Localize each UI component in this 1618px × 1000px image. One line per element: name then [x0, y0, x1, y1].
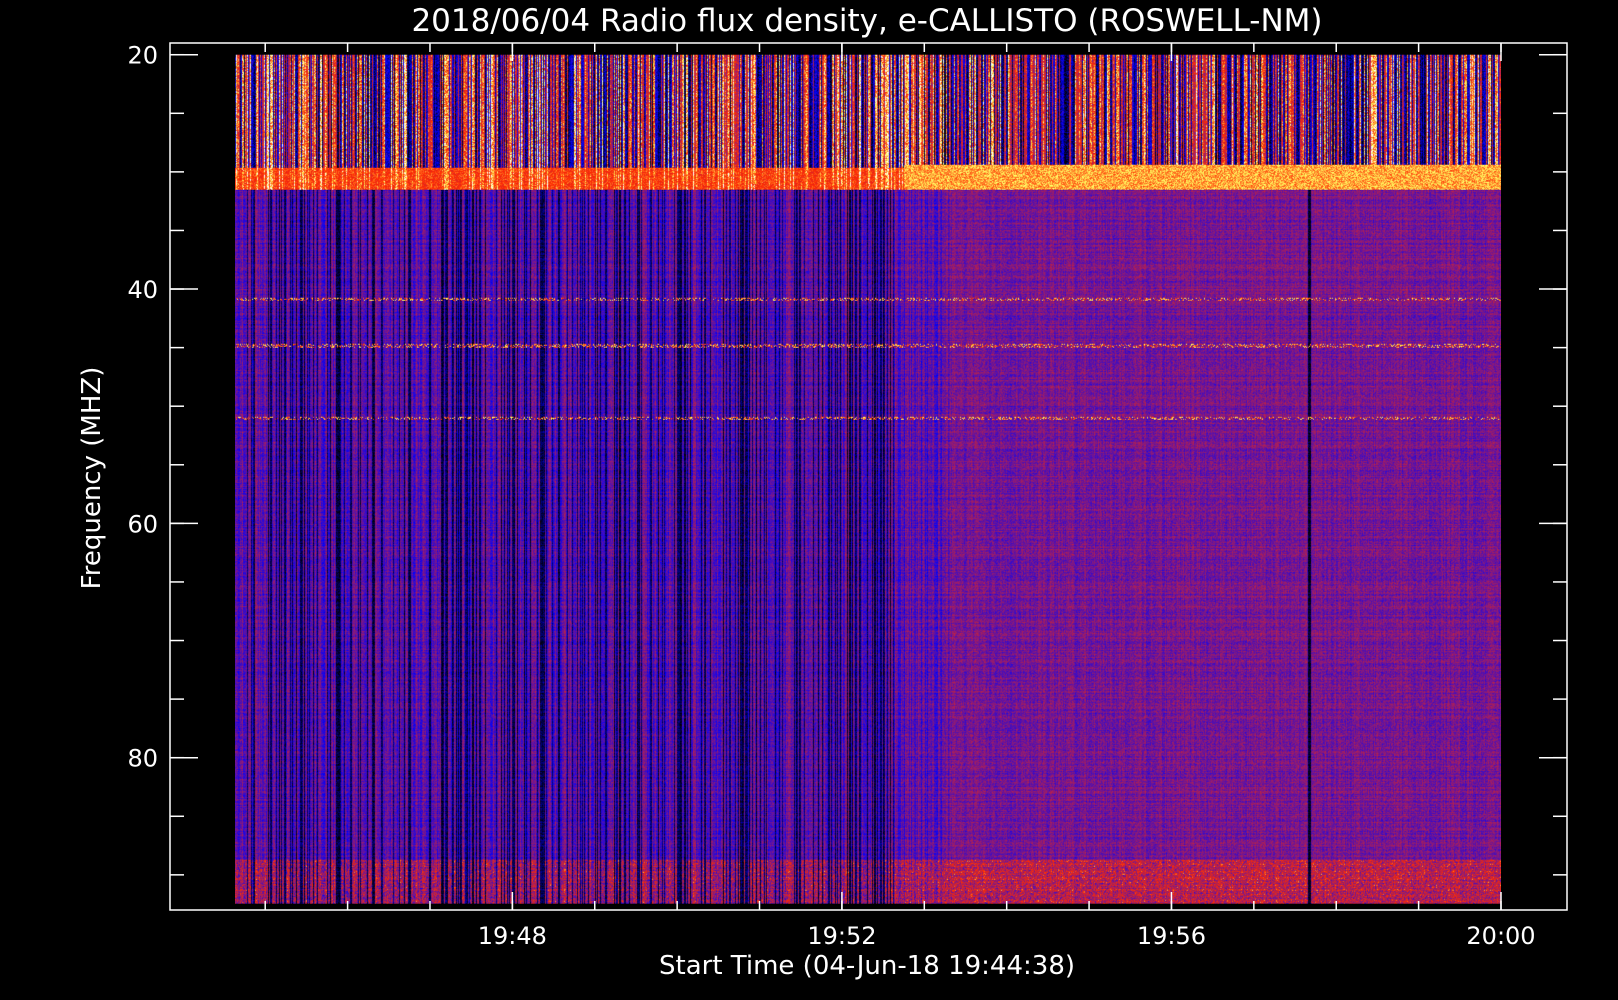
y-axis-label: Frequency (MHZ)	[77, 367, 107, 590]
spectrogram-chart: 2018/06/04 Radio flux density, e-CALLIST…	[77, 3, 1568, 981]
y-tick-label: 40	[127, 276, 158, 304]
y-tick-label: 20	[127, 42, 158, 70]
heatmap-image	[235, 54, 1501, 904]
x-tick-label: 19:52	[807, 922, 876, 950]
x-tick-label: 19:48	[478, 922, 547, 950]
x-tick-label: 19:56	[1137, 922, 1206, 950]
y-tick-label: 60	[127, 510, 158, 538]
spectrogram-heatmap	[235, 54, 1501, 904]
chart-title: 2018/06/04 Radio flux density, e-CALLIST…	[411, 3, 1322, 39]
x-axis-label: Start Time (04-Jun-18 19:44:38)	[659, 951, 1075, 981]
y-tick-label: 80	[127, 745, 158, 773]
x-tick-label: 20:00	[1466, 922, 1535, 950]
